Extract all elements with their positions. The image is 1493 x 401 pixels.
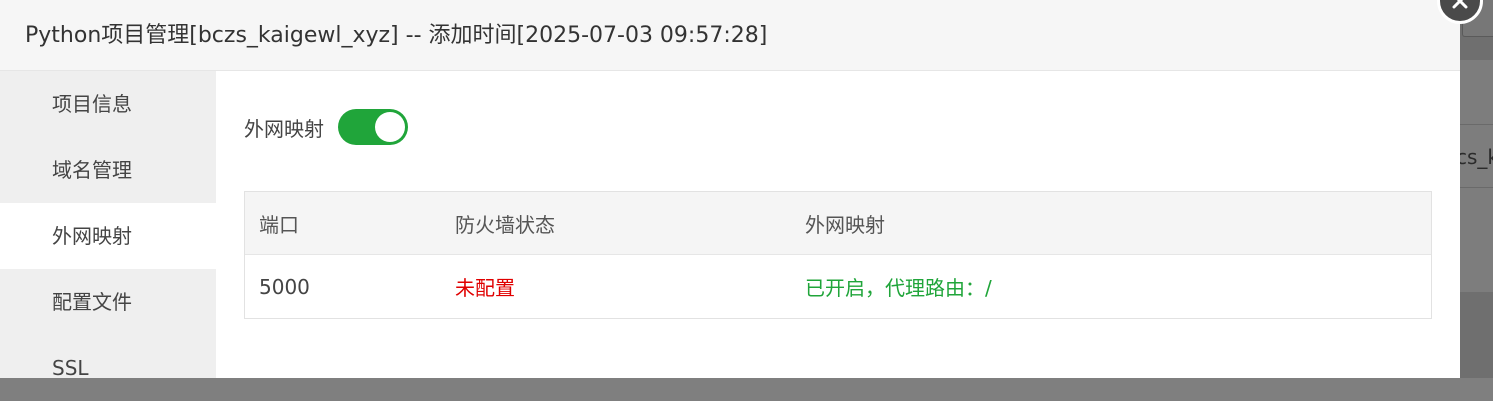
column-header-port: 端口 (259, 212, 299, 237)
table-row: 5000 未配置 已开启，代理路由：/ (245, 255, 1431, 318)
mapping-status: 已开启，代理路由：/ (805, 276, 992, 300)
column-header-firewall: 防火墙状态 (455, 212, 555, 237)
sidebar-item-ssl[interactable]: SSL (0, 335, 216, 401)
sidebar-item-project-info[interactable]: 项目信息 (0, 71, 216, 137)
sidebar-item-domain-management[interactable]: 域名管理 (0, 137, 216, 203)
firewall-status: 未配置 (455, 276, 515, 300)
external-mapping-toggle-row: 外网映射 (244, 109, 408, 145)
sidebar-item-external-mapping[interactable]: 外网映射 (0, 203, 216, 269)
toggle-knob (375, 112, 405, 142)
sidebar: 项目信息 域名管理 外网映射 配置文件 SSL (0, 71, 216, 380)
column-header-mapping: 外网映射 (805, 212, 885, 237)
toggle-label: 外网映射 (244, 116, 324, 141)
sidebar-item-config-file[interactable]: 配置文件 (0, 269, 216, 335)
port-value: 5000 (259, 274, 310, 299)
background-text: cs_k (1456, 145, 1493, 169)
close-icon (1452, 0, 1468, 9)
main-content: 外网映射 端口 防火墙状态 外网映射 5000 未配置 已开启，代理路由：/ (216, 71, 1460, 378)
external-mapping-toggle[interactable] (338, 109, 408, 145)
dialog-title: Python项目管理[bczs_kaigewl_xyz] -- 添加时间[202… (25, 23, 768, 48)
port-mapping-table: 端口 防火墙状态 外网映射 5000 未配置 已开启，代理路由：/ (244, 191, 1432, 319)
table-header: 端口 防火墙状态 外网映射 (245, 192, 1431, 255)
python-project-dialog: Python项目管理[bczs_kaigewl_xyz] -- 添加时间[202… (0, 0, 1460, 380)
dialog-header: Python项目管理[bczs_kaigewl_xyz] -- 添加时间[202… (0, 0, 1460, 71)
